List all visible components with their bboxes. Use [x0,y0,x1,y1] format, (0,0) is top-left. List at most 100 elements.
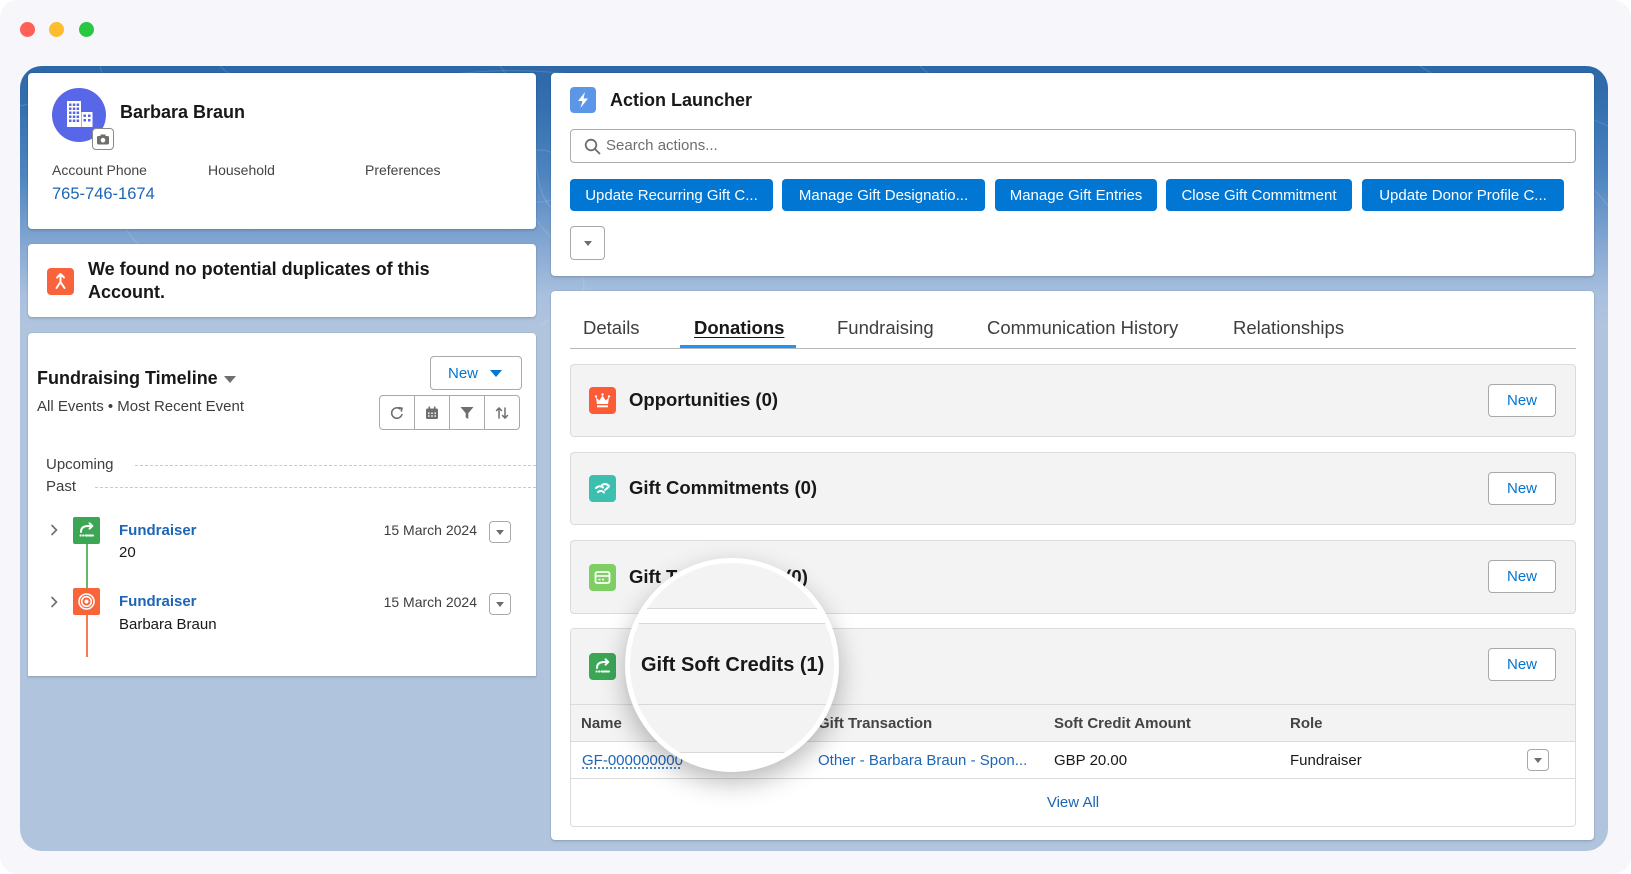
related-list-gift-commitments: Gift Commitments (0) New [570,452,1576,525]
caret-down-icon [496,529,504,535]
timeline-item-date: 15 March 2024 [383,522,477,538]
column-header-name[interactable]: Name [581,705,622,743]
soft-credit-icon [79,522,94,537]
related-list-opportunities: Opportunities (0) New [570,364,1576,437]
duplicate-check-card: We found no potential duplicates of this… [28,244,536,317]
account-name: Barbara Braun [120,102,246,122]
tab-communication-history[interactable]: Communication History [987,317,1178,339]
row-actions-dropdown[interactable] [1527,749,1549,771]
action-launcher-card: Action Launcher Search actions... Update… [551,73,1594,276]
refresh-icon [390,406,403,419]
magnified-soft-credits-title: Gift Soft Credits (1) [641,654,825,676]
household-label: Household [208,162,275,178]
action-update-recurring-gift-button[interactable]: Update Recurring Gift C... [570,179,773,211]
caret-down-icon [224,376,236,383]
active-tab-indicator [680,345,796,348]
soft-credit-role: Fundraiser [1290,752,1362,769]
search-placeholder: Search actions... [606,137,718,154]
search-icon [584,138,601,155]
caret-down-icon [1534,757,1542,763]
new-gift-commitment-button[interactable]: New [1488,472,1556,505]
tab-bar-divider [570,348,1576,349]
timeline-filter-button[interactable] [449,395,485,430]
action-manage-gift-entries-button[interactable]: Manage Gift Entries [995,179,1157,211]
timeline-filter-summary: All Events • Most Recent Event [37,398,245,415]
tab-donations[interactable]: Donations [694,317,784,339]
timeline-item-actions-dropdown[interactable] [489,593,511,615]
more-actions-dropdown[interactable] [570,226,605,260]
calendar-icon [426,406,438,419]
action-update-donor-profile-button[interactable]: Update Donor Profile C... [1362,179,1564,211]
timeline-sort-button[interactable] [484,395,520,430]
timeline-connector [86,544,88,588]
crown-icon [594,393,611,408]
lightning-icon [578,92,588,108]
magnifier-callout: Gift Soft Credits (1) [625,558,839,772]
timeline-item-icon [73,517,100,544]
expand-item-button[interactable] [48,595,60,609]
chevron-right-icon [50,524,58,536]
filter-icon [460,406,474,419]
timeline-item-icon [73,588,100,615]
tab-details[interactable]: Details [583,317,640,339]
magnified-divider [630,704,834,705]
timeline-view-dropdown[interactable] [223,375,237,385]
soft-credit-icon [595,658,610,673]
timeline-toolbar [379,395,520,430]
timeline-item-detail: 20 [119,544,136,561]
action-launcher-icon-badge [570,87,596,113]
window-maximize-button[interactable] [79,22,94,37]
window-close-button[interactable] [20,22,35,37]
tab-relationships[interactable]: Relationships [1233,317,1344,339]
search-actions-input[interactable]: Search actions... [570,129,1576,163]
column-header-role[interactable]: Role [1290,705,1323,743]
timeline-item-detail: Barbara Braun [119,616,217,633]
account-phone-label: Account Phone [52,162,147,178]
upcoming-divider [135,465,536,466]
preferences-label: Preferences [365,162,441,178]
duplicate-icon-badge [47,268,74,295]
timeline-item-actions-dropdown[interactable] [489,521,511,543]
chevron-right-icon [50,596,58,608]
gift-transaction-icon-badge [589,564,616,591]
timeline-new-button[interactable]: New [430,356,522,390]
magnified-gap [630,609,834,623]
caret-down-icon [496,601,504,607]
window-minimize-button[interactable] [49,22,64,37]
target-icon [78,593,95,610]
expand-item-button[interactable] [48,523,60,537]
opportunity-icon-badge [589,387,616,414]
account-phone-link[interactable]: 765-746-1674 [52,184,155,204]
merge-icon [55,273,66,289]
related-list-title[interactable]: Opportunities (0) [629,388,778,412]
timeline-upcoming-label: Upcoming [46,456,114,473]
soft-credit-icon-badge [589,653,616,680]
action-close-gift-commitment-button[interactable]: Close Gift Commitment [1166,179,1352,211]
card-icon [594,571,611,584]
soft-credit-amount: GBP 20.00 [1054,752,1128,769]
timeline-date-range-button[interactable] [414,395,450,430]
new-gift-soft-credit-button[interactable]: New [1488,648,1556,681]
account-highlights-card: Barbara Braun Account Phone Household Pr… [28,73,536,229]
timeline-title: Fundraising Timeline [37,368,218,388]
related-list-title[interactable]: Gift Commitments (0) [629,476,817,500]
column-header-gift-transaction[interactable]: Gift Transaction [818,705,932,743]
new-opportunity-button[interactable]: New [1488,384,1556,417]
gift-commitment-icon-badge [589,475,616,502]
change-photo-button[interactable] [92,128,114,150]
timeline-new-label: New [448,364,479,382]
caret-down-icon [583,240,592,246]
timeline-item-title-link[interactable]: Fundraiser [119,593,197,611]
new-gift-transaction-button[interactable]: New [1488,560,1556,593]
fundraising-timeline-card: Fundraising Timeline All Events • Most R… [28,333,536,676]
timeline-item-title-link[interactable]: Fundraiser [119,522,197,540]
column-header-soft-credit-amount[interactable]: Soft Credit Amount [1054,705,1191,743]
gift-transaction-link[interactable]: Other - Barbara Braun - Spon... [818,742,1027,779]
action-manage-gift-designations-button[interactable]: Manage Gift Designatio... [782,179,985,211]
view-all-link[interactable]: View All [571,794,1575,812]
timeline-refresh-button[interactable] [379,395,415,430]
tab-fundraising[interactable]: Fundraising [837,317,934,339]
action-launcher-title: Action Launcher [610,90,753,110]
sort-icon [495,406,509,419]
timeline-past-label: Past [46,478,77,495]
